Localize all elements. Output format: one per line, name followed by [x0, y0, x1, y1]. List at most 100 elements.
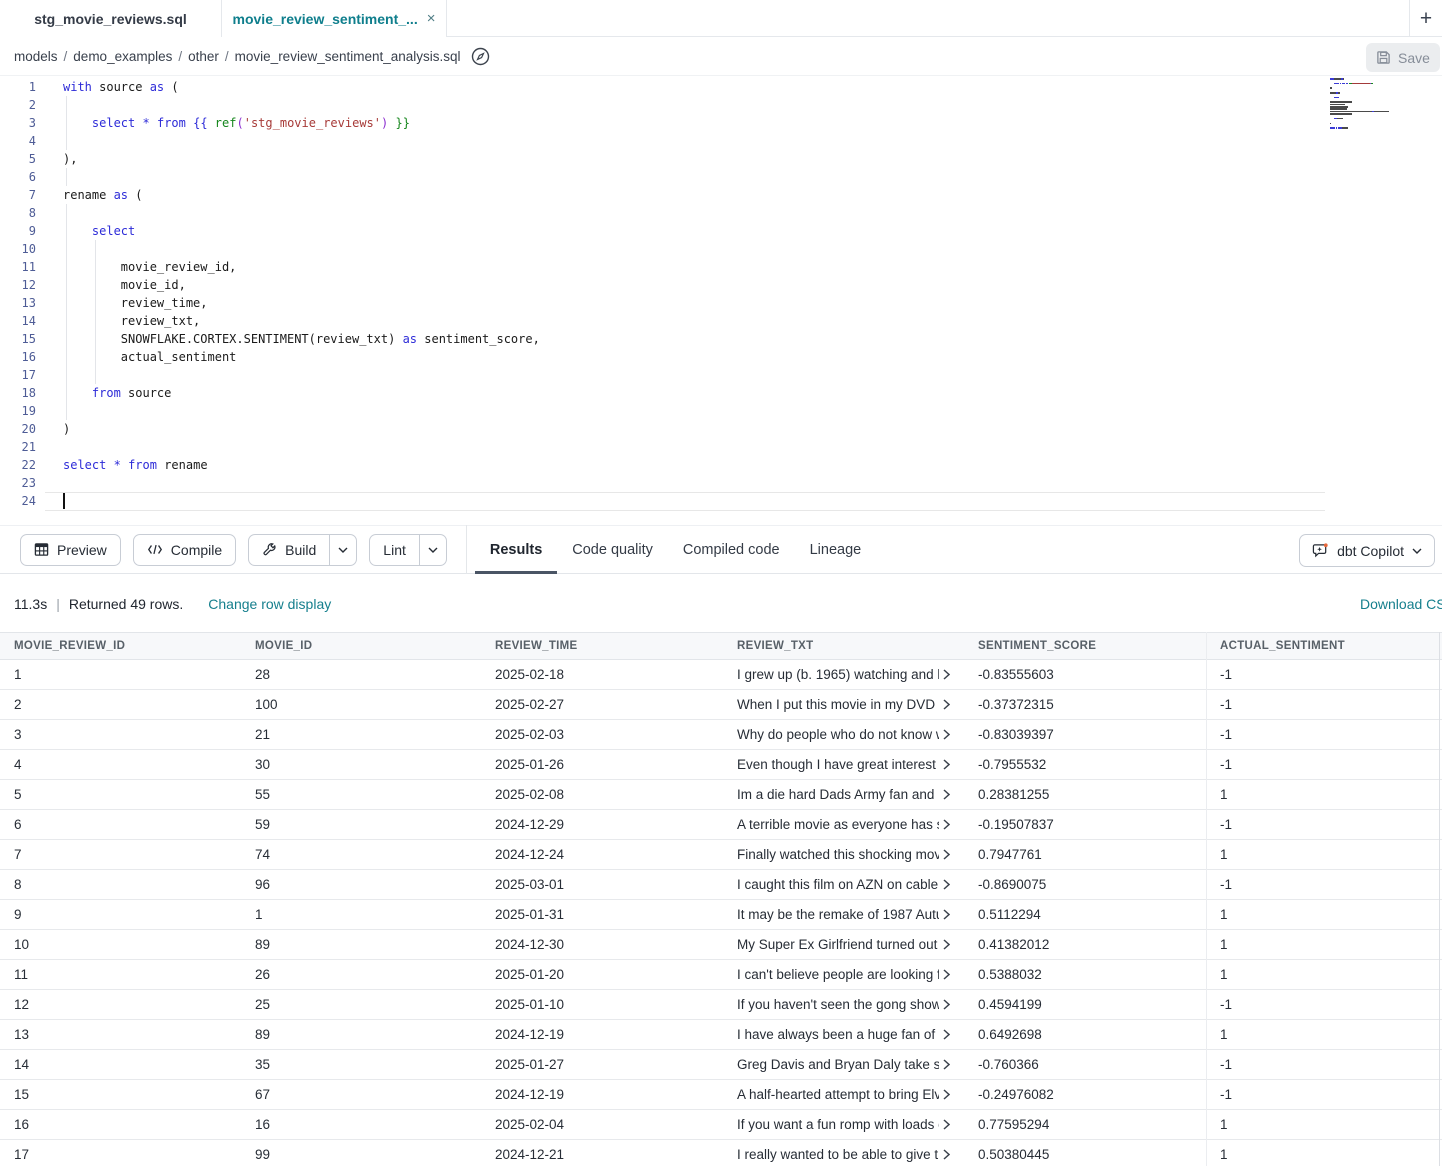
cell-actual_sentiment: 1 — [1206, 1020, 1442, 1049]
code-line[interactable]: 23 — [0, 474, 1442, 492]
expand-cell-chevron-icon[interactable] — [943, 1119, 950, 1130]
code-line[interactable]: 7rename as ( — [0, 186, 1442, 204]
lint-dropdown-button[interactable] — [419, 535, 446, 565]
code-line[interactable]: 9 select — [0, 222, 1442, 240]
change-row-display-link[interactable]: Change row display — [208, 596, 331, 612]
cell-review_time: 2025-03-01 — [481, 870, 723, 899]
compile-button[interactable]: Compile — [133, 534, 236, 566]
line-number: 16 — [0, 348, 45, 366]
code-line[interactable]: 1with source as ( — [0, 78, 1442, 96]
expand-cell-chevron-icon[interactable] — [943, 909, 950, 920]
line-number: 15 — [0, 330, 45, 348]
cell-review_time: 2025-02-18 — [481, 660, 723, 689]
build-split-button: Build — [248, 534, 357, 566]
code-line[interactable]: 14 review_txt, — [0, 312, 1442, 330]
code-line[interactable]: 12 movie_id, — [0, 276, 1442, 294]
code-text: SNOWFLAKE.CORTEX.SENTIMENT(review_txt) a… — [45, 330, 540, 348]
save-button[interactable]: Save — [1366, 43, 1440, 72]
cell-review_txt: It may be the remake of 1987 Autumn'… — [723, 900, 964, 929]
cell-actual_sentiment: 1 — [1206, 780, 1442, 809]
code-text: select * from rename — [45, 456, 208, 474]
code-line[interactable]: 16 actual_sentiment — [0, 348, 1442, 366]
code-line[interactable]: 2 — [0, 96, 1442, 114]
cell-review_txt: When I put this movie in my DVD playe… — [723, 690, 964, 719]
build-button[interactable]: Build — [249, 535, 329, 565]
expand-cell-chevron-icon[interactable] — [943, 729, 950, 740]
tab-stg-movie-reviews[interactable]: stg_movie_reviews.sql — [0, 0, 222, 37]
code-text: with source as ( — [45, 78, 179, 96]
breadcrumb-other: other — [188, 49, 219, 64]
code-text: actual_sentiment — [45, 348, 236, 366]
active-line-border — [45, 492, 1325, 493]
code-line[interactable]: 21 — [0, 438, 1442, 456]
new-tab-button[interactable]: + — [1409, 0, 1442, 37]
table-row: 1282025-02-18I grew up (b. 1965) watchin… — [0, 660, 1442, 690]
code-line[interactable]: 20) — [0, 420, 1442, 438]
code-line[interactable]: 17 — [0, 366, 1442, 384]
code-text: rename as ( — [45, 186, 142, 204]
dbt-copilot-button[interactable]: dbt Copilot — [1299, 534, 1435, 567]
cell-actual_sentiment: 1 — [1206, 930, 1442, 959]
result-tab-code-quality[interactable]: Code quality — [557, 525, 668, 574]
code-line[interactable]: 4 — [0, 132, 1442, 150]
expand-cell-chevron-icon[interactable] — [943, 759, 950, 770]
code-line[interactable]: 19 — [0, 402, 1442, 420]
preview-button[interactable]: Preview — [20, 534, 121, 566]
expand-cell-chevron-icon[interactable] — [943, 879, 950, 890]
chevron-down-icon — [428, 547, 438, 553]
expand-cell-chevron-icon[interactable] — [943, 819, 950, 830]
build-dropdown-button[interactable] — [329, 535, 356, 565]
code-line[interactable]: 8 — [0, 204, 1442, 222]
expand-cell-chevron-icon[interactable] — [943, 969, 950, 980]
expand-cell-chevron-icon[interactable] — [943, 699, 950, 710]
cell-actual_sentiment: 1 — [1206, 960, 1442, 989]
expand-cell-chevron-icon[interactable] — [943, 1089, 950, 1100]
cell-sentiment_score: 0.4594199 — [964, 990, 1206, 1019]
cell-review_time: 2024-12-21 — [481, 1140, 723, 1166]
expand-cell-chevron-icon[interactable] — [943, 1149, 950, 1160]
cell-review_time: 2025-01-26 — [481, 750, 723, 779]
cell-review_txt: A half-hearted attempt to bring Elvis P… — [723, 1080, 964, 1109]
cell-movie_review_id: 10 — [0, 930, 241, 959]
code-line[interactable]: 3 select * from {{ ref('stg_movie_review… — [0, 114, 1442, 132]
close-icon[interactable]: × — [427, 11, 436, 26]
copilot-compass-icon[interactable] — [471, 46, 491, 66]
expand-cell-chevron-icon[interactable] — [943, 789, 950, 800]
result-tab-results[interactable]: Results — [475, 525, 557, 574]
result-tabs: ResultsCode qualityCompiled codeLineage — [475, 525, 876, 574]
cell-actual_sentiment: 1 — [1206, 1110, 1442, 1139]
code-line[interactable]: 5), — [0, 150, 1442, 168]
download-csv-link[interactable]: Download CSV — [1360, 596, 1442, 612]
expand-cell-chevron-icon[interactable] — [943, 1059, 950, 1070]
code-line[interactable]: 22select * from rename — [0, 456, 1442, 474]
code-line[interactable]: 15 SNOWFLAKE.CORTEX.SENTIMENT(review_txt… — [0, 330, 1442, 348]
result-tab-compiled-code[interactable]: Compiled code — [668, 525, 795, 574]
table-row: 10892024-12-30My Super Ex Girlfriend tur… — [0, 930, 1442, 960]
code-line[interactable]: 24 — [0, 492, 1442, 510]
cell-movie_id: 35 — [241, 1050, 481, 1079]
cell-movie_id: 89 — [241, 1020, 481, 1049]
lint-button[interactable]: Lint — [370, 535, 419, 565]
expand-cell-chevron-icon[interactable] — [943, 939, 950, 950]
code-line[interactable]: 10 — [0, 240, 1442, 258]
tab-movie-review-sentiment-analysis[interactable]: movie_review_sentiment_... × — [222, 0, 447, 38]
code-line[interactable]: 13 review_time, — [0, 294, 1442, 312]
code-line[interactable]: 6 — [0, 168, 1442, 186]
minimap[interactable] — [1330, 78, 1397, 134]
cell-movie_id: 74 — [241, 840, 481, 869]
breadcrumb-separator: / — [178, 49, 182, 64]
cell-movie_review_id: 14 — [0, 1050, 241, 1079]
line-number: 3 — [0, 114, 45, 132]
code-text: select * from {{ ref('stg_movie_reviews'… — [45, 114, 410, 132]
code-editor[interactable]: 1with source as (23 select * from {{ ref… — [0, 76, 1442, 525]
result-tab-lineage[interactable]: Lineage — [795, 525, 877, 574]
expand-cell-chevron-icon[interactable] — [943, 999, 950, 1010]
code-line[interactable]: 11 movie_review_id, — [0, 258, 1442, 276]
line-number: 20 — [0, 420, 45, 438]
table-row: 7742024-12-24Finally watched this shocki… — [0, 840, 1442, 870]
expand-cell-chevron-icon[interactable] — [943, 669, 950, 680]
cell-review_time: 2024-12-30 — [481, 930, 723, 959]
expand-cell-chevron-icon[interactable] — [943, 849, 950, 860]
expand-cell-chevron-icon[interactable] — [943, 1029, 950, 1040]
code-line[interactable]: 18 from source — [0, 384, 1442, 402]
